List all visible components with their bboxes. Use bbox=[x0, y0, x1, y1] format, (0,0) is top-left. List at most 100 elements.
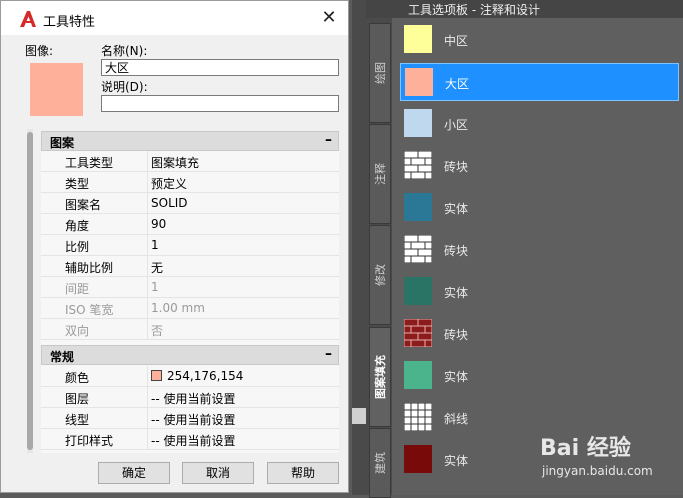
section-header-pattern[interactable]: 图案 – bbox=[41, 131, 339, 151]
help-button[interactable]: 帮助 bbox=[267, 462, 339, 484]
property-value[interactable]: 图案填充 bbox=[151, 154, 199, 171]
cancel-button[interactable]: 取消 bbox=[182, 462, 254, 484]
tab-draw[interactable]: 绘图 bbox=[369, 23, 391, 123]
collapse-icon[interactable]: – bbox=[325, 132, 332, 148]
watermark-logo: Bai 经验 bbox=[540, 436, 631, 461]
autocad-logo-icon bbox=[20, 11, 36, 27]
name-input[interactable] bbox=[101, 59, 339, 76]
image-label: 图像: bbox=[25, 44, 54, 58]
color-swatch-icon bbox=[151, 370, 162, 381]
property-value[interactable]: -- 使用当前设置 bbox=[151, 390, 235, 407]
palette-item-label: 砖块 bbox=[444, 160, 469, 174]
name-label: 名称(N): bbox=[101, 44, 148, 58]
color-value: 254,176,154 bbox=[167, 369, 244, 383]
property-value[interactable]: 预定义 bbox=[151, 175, 187, 192]
property-value[interactable]: 90 bbox=[151, 217, 166, 231]
property-value: 1 bbox=[151, 280, 159, 294]
close-button[interactable]: ✕ bbox=[316, 6, 342, 30]
property-row[interactable]: 角度 90 bbox=[41, 214, 339, 235]
palette-item-label: 砖块 bbox=[444, 244, 469, 258]
image-preview-swatch bbox=[30, 63, 83, 116]
brick-pattern-icon bbox=[404, 151, 432, 179]
watermark-url: jingyan.baidu.com bbox=[542, 464, 653, 478]
palette-item-label: 实体 bbox=[444, 286, 469, 300]
palette-scroll-thumb[interactable] bbox=[352, 408, 366, 424]
property-key: 辅助比例 bbox=[65, 261, 114, 275]
property-key: 比例 bbox=[65, 240, 90, 254]
property-key: 图案名 bbox=[65, 198, 102, 212]
palette-item-label: 大区 bbox=[445, 77, 470, 91]
property-key: 线型 bbox=[65, 413, 90, 427]
palette-item[interactable]: 大区 bbox=[400, 63, 679, 101]
property-value: 1.00 mm bbox=[151, 301, 205, 315]
dialog-title: 工具特性 bbox=[43, 15, 96, 30]
ok-button[interactable]: 确定 bbox=[98, 462, 170, 484]
palette-item[interactable]: 砖块 bbox=[400, 231, 679, 269]
property-key: 间距 bbox=[65, 282, 90, 296]
property-row: ISO 笔宽 1.00 mm bbox=[41, 298, 339, 319]
solid-swatch-icon bbox=[404, 25, 432, 53]
property-key: 工具类型 bbox=[65, 156, 114, 170]
dialog-titlebar[interactable]: 工具特性 ✕ bbox=[1, 1, 348, 35]
property-value[interactable]: 254,176,154 bbox=[151, 369, 243, 383]
palette-item-label: 斜线 bbox=[444, 412, 469, 426]
property-row[interactable]: 类型 预定义 bbox=[41, 172, 339, 193]
solid-swatch-icon bbox=[404, 361, 432, 389]
property-row[interactable]: 图案名 SOLID bbox=[41, 193, 339, 214]
palette-item-label: 小区 bbox=[444, 118, 469, 132]
property-row[interactable]: 图层 -- 使用当前设置 bbox=[41, 387, 339, 408]
property-key: 角度 bbox=[65, 219, 90, 233]
property-row[interactable]: 线型 -- 使用当前设置 bbox=[41, 408, 339, 429]
palette-item-list: 中区 大区 小区 砖块 实体 砖块 实体 砖块 实体 斜线 实体 bbox=[392, 18, 683, 495]
grid-pattern-icon bbox=[404, 403, 432, 431]
palette-item-label: 实体 bbox=[444, 202, 469, 216]
baidu-jingyan-watermark: Bai 经验 jingyan.baidu.com bbox=[540, 430, 680, 490]
property-key: 双向 bbox=[65, 324, 90, 338]
palette-item[interactable]: 砖块 bbox=[400, 147, 679, 185]
palette-titlebar[interactable]: 工具选项板 - 注释和设计 bbox=[366, 0, 683, 18]
property-value[interactable]: -- 使用当前设置 bbox=[151, 432, 235, 449]
brick-pattern-icon bbox=[404, 319, 432, 347]
palette-tabs: 绘图 注释 修改 图案填充 建筑 bbox=[366, 18, 392, 498]
tab-architecture[interactable]: 建筑 bbox=[369, 428, 391, 498]
palette-item-label: 实体 bbox=[444, 370, 469, 384]
palette-item[interactable]: 中区 bbox=[400, 21, 679, 59]
property-grid: 图案 – 工具类型 图案填充 类型 预定义 图案名 SOLID 角度 90 比例 1 辅助… bbox=[41, 131, 339, 453]
property-row[interactable]: 打印样式 -- 使用当前设置 bbox=[41, 429, 339, 450]
tab-annotate[interactable]: 注释 bbox=[369, 124, 391, 224]
tab-hatch[interactable]: 图案填充 bbox=[369, 327, 391, 427]
palette-title: 工具选项板 - 注释和设计 bbox=[408, 3, 540, 17]
palette-item[interactable]: 实体 bbox=[400, 189, 679, 227]
brick-pattern-icon bbox=[404, 235, 432, 263]
solid-swatch-icon bbox=[404, 277, 432, 305]
tab-modify[interactable]: 修改 bbox=[369, 225, 391, 325]
property-value[interactable]: 1 bbox=[151, 238, 159, 252]
palette-item-label: 实体 bbox=[444, 454, 469, 468]
property-row: 间距 1 bbox=[41, 277, 339, 298]
collapse-icon[interactable]: – bbox=[325, 346, 332, 362]
property-value[interactable]: 无 bbox=[151, 259, 163, 276]
close-icon: ✕ bbox=[321, 7, 337, 28]
palette-item[interactable]: 小区 bbox=[400, 105, 679, 143]
description-input[interactable] bbox=[101, 95, 339, 112]
description-label: 说明(D): bbox=[101, 80, 148, 94]
solid-swatch-icon bbox=[404, 445, 432, 473]
property-row[interactable]: 比例 1 bbox=[41, 235, 339, 256]
property-grid-scroll-thumb[interactable] bbox=[27, 132, 33, 450]
section-title-pattern: 图案 bbox=[50, 136, 75, 150]
property-row-color[interactable]: 颜色 254,176,154 bbox=[41, 366, 339, 387]
section-header-general[interactable]: 常规 – bbox=[41, 345, 339, 365]
property-row[interactable]: 工具类型 图案填充 bbox=[41, 151, 339, 172]
section-title-general: 常规 bbox=[50, 350, 75, 364]
property-key: 打印样式 bbox=[65, 434, 114, 448]
property-value: 否 bbox=[151, 324, 164, 338]
palette-item[interactable]: 实体 bbox=[400, 357, 679, 395]
palette-item-label: 中区 bbox=[444, 34, 469, 48]
palette-item-label: 砖块 bbox=[444, 328, 469, 342]
property-value[interactable]: -- 使用当前设置 bbox=[151, 411, 235, 428]
property-row[interactable]: 辅助比例 无 bbox=[41, 256, 339, 277]
property-key: ISO 笔宽 bbox=[65, 303, 114, 317]
palette-item[interactable]: 实体 bbox=[400, 273, 679, 311]
property-value[interactable]: SOLID bbox=[151, 196, 188, 210]
palette-item[interactable]: 砖块 bbox=[400, 315, 679, 353]
